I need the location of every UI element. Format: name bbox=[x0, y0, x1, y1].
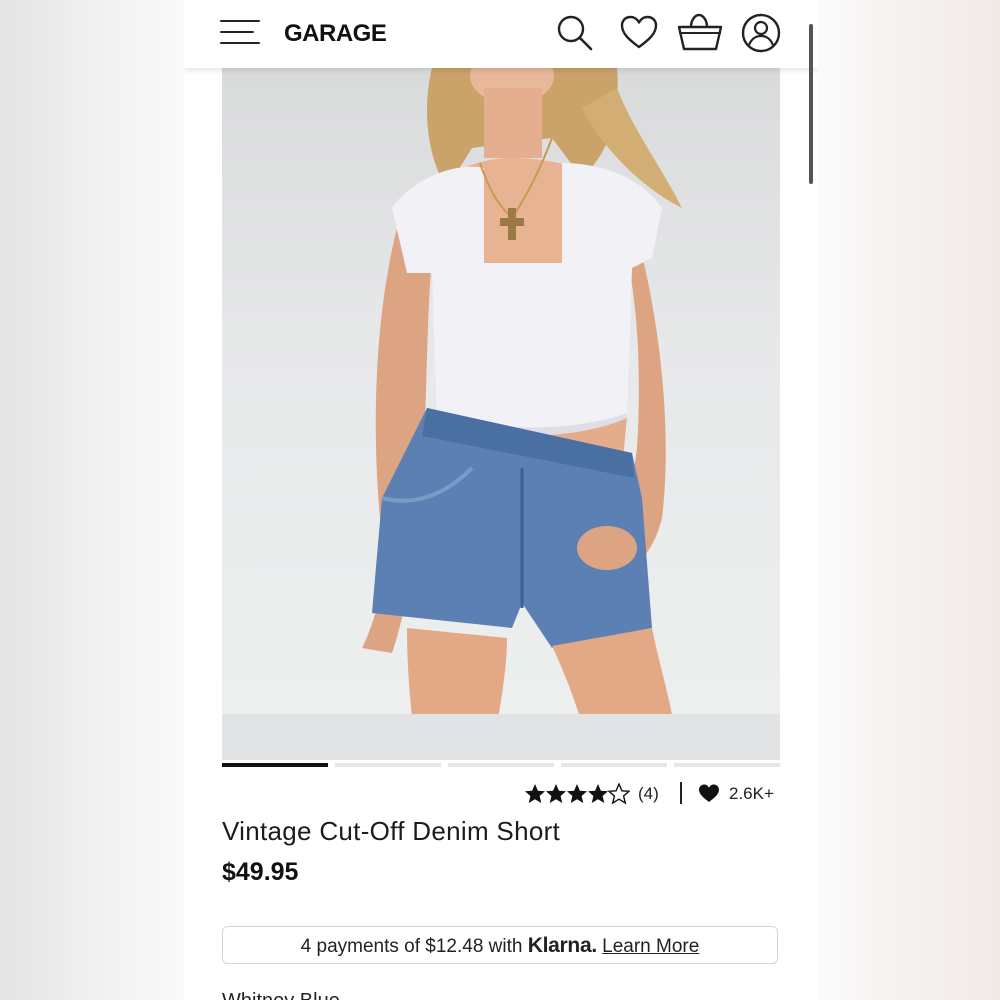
carousel-dot[interactable] bbox=[674, 763, 780, 767]
backdrop-left bbox=[0, 0, 184, 1000]
star-icon bbox=[525, 784, 545, 803]
carousel-dot[interactable] bbox=[561, 763, 667, 767]
account-icon[interactable] bbox=[740, 12, 781, 53]
studio-floor bbox=[222, 714, 780, 760]
favorite-count: 2.6K+ bbox=[729, 784, 774, 803]
brand-logo[interactable]: GARAGE bbox=[284, 20, 387, 48]
search-icon[interactable] bbox=[554, 12, 594, 52]
scrollbar[interactable] bbox=[809, 24, 813, 184]
star-icon bbox=[546, 784, 566, 803]
product-price: $49.95 bbox=[222, 858, 299, 886]
star-icon bbox=[567, 784, 587, 803]
selected-color-label: Whitney Blue bbox=[222, 990, 340, 1000]
review-count[interactable]: (4) bbox=[638, 784, 659, 804]
learn-more-link[interactable]: Learn More bbox=[602, 936, 699, 957]
klarna-text: 4 payments of $12.48 with bbox=[300, 936, 528, 957]
menu-icon[interactable] bbox=[220, 18, 260, 46]
backdrop-right bbox=[818, 0, 1000, 1000]
star-icon bbox=[588, 784, 608, 803]
heart-icon[interactable] bbox=[618, 12, 658, 52]
star-outline-icon bbox=[607, 782, 631, 805]
meta-divider bbox=[680, 782, 682, 804]
carousel-dot[interactable] bbox=[222, 763, 328, 767]
klarna-banner: 4 payments of $12.48 with Klarna. Learn … bbox=[222, 926, 778, 964]
model-photo bbox=[362, 68, 682, 760]
rating-stars[interactable] bbox=[524, 782, 631, 810]
klarna-logo: Klarna. bbox=[527, 934, 597, 957]
carousel-dot[interactable] bbox=[335, 763, 441, 767]
product-image[interactable] bbox=[222, 68, 780, 760]
favorite-heart-icon[interactable] bbox=[698, 783, 720, 808]
site-header: GARAGE bbox=[184, 0, 818, 68]
product-meta-row: (4) 2.6K+ bbox=[524, 780, 784, 808]
product-title: Vintage Cut-Off Denim Short bbox=[222, 816, 561, 846]
image-carousel-indicator bbox=[222, 763, 780, 768]
product-page: GARAGE (4) 2.6K+ Vintage Cut-Off Denim S… bbox=[184, 0, 818, 1000]
carousel-dot[interactable] bbox=[448, 763, 554, 767]
cart-icon[interactable] bbox=[676, 12, 723, 52]
